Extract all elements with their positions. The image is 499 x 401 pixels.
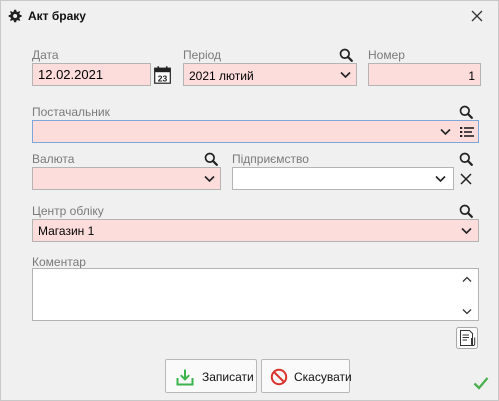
- chevron-down-icon[interactable]: [204, 175, 215, 183]
- currency-label: Валюта: [32, 152, 75, 166]
- date-field[interactable]: 12.02.2021: [32, 63, 151, 86]
- number-field[interactable]: 1: [368, 63, 481, 86]
- cancel-button[interactable]: Скасувати: [261, 359, 352, 393]
- date-label: Дата: [32, 48, 59, 62]
- date-value: 12.02.2021: [38, 67, 104, 82]
- download-save-icon: [176, 369, 194, 386]
- accounting-center-label: Центр обліку: [32, 204, 104, 218]
- period-search-icon[interactable]: [339, 48, 353, 62]
- supplier-search-icon[interactable]: [459, 105, 473, 119]
- form-area: Дата 12.02.2021 23 Період 2021 лютий Ном…: [1, 31, 498, 400]
- clear-icon[interactable]: [460, 173, 472, 185]
- chevron-down-icon[interactable]: [461, 227, 472, 235]
- gear-icon: [8, 9, 22, 23]
- save-button[interactable]: Записати: [165, 359, 257, 393]
- scroll-up-icon[interactable]: [462, 276, 472, 283]
- company-search-icon[interactable]: [459, 152, 473, 166]
- comment-textarea[interactable]: [32, 268, 479, 321]
- scroll-down-icon[interactable]: [462, 308, 472, 315]
- accounting-center-value: Магазин 1: [38, 224, 95, 238]
- cancel-button-label: Скасувати: [294, 370, 352, 384]
- calendar-icon[interactable]: 23: [154, 66, 171, 84]
- chevron-down-icon[interactable]: [340, 71, 351, 79]
- supplier-label: Постачальник: [32, 105, 110, 119]
- currency-select[interactable]: [32, 167, 221, 190]
- cancel-icon: [270, 368, 288, 386]
- accounting-center-select[interactable]: Магазин 1: [32, 219, 479, 242]
- number-label: Номер: [368, 48, 405, 62]
- company-select[interactable]: [232, 167, 454, 190]
- period-value: 2021 лютий: [189, 69, 254, 83]
- chevron-down-icon[interactable]: [440, 128, 451, 136]
- calendar-day-text: 23: [158, 74, 168, 84]
- list-icon[interactable]: [460, 126, 474, 138]
- save-button-label: Записати: [202, 370, 254, 384]
- period-label: Період: [183, 48, 222, 62]
- checkmark-icon: [473, 377, 489, 390]
- window-title: Акт браку: [28, 9, 86, 23]
- title-bar[interactable]: Акт браку: [1, 1, 498, 31]
- currency-search-icon[interactable]: [204, 152, 218, 166]
- period-select[interactable]: 2021 лютий: [183, 63, 357, 86]
- chevron-down-icon[interactable]: [435, 175, 446, 183]
- close-icon[interactable]: [469, 8, 485, 24]
- comment-label: Коментар: [32, 255, 86, 269]
- accounting-center-search-icon[interactable]: [459, 204, 473, 218]
- dialog-window: Акт браку Дата 12.02.2021 23 Період 2021…: [0, 0, 499, 401]
- attach-document-icon[interactable]: [456, 327, 478, 349]
- number-value: 1: [468, 69, 475, 83]
- supplier-field[interactable]: [32, 120, 479, 143]
- company-label: Підприємство: [232, 152, 309, 166]
